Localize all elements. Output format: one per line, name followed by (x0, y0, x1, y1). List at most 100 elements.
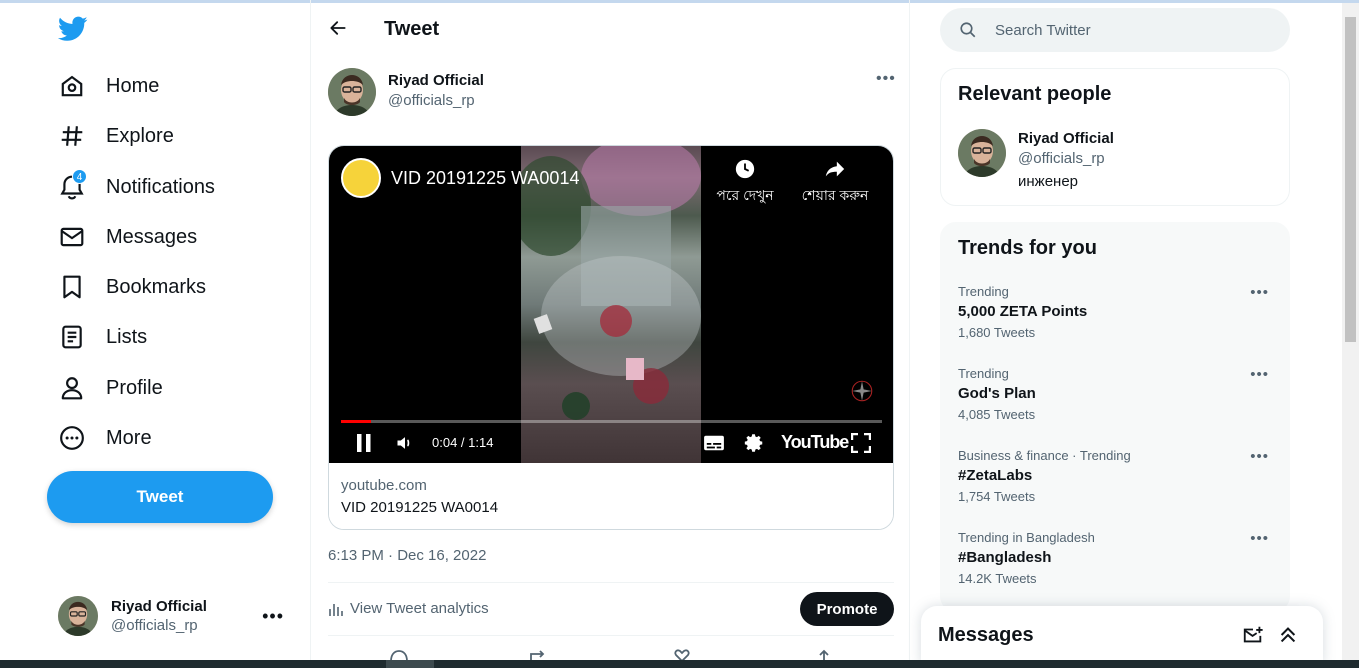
tweet-timestamp[interactable]: 6:13 PM · Dec 16, 2022 (328, 547, 486, 564)
trend-more-icon[interactable]: ••• (1250, 284, 1269, 301)
like-icon[interactable] (671, 648, 691, 663)
trend-name: #ZetaLabs (958, 467, 1033, 484)
left-sidebar: Home Explore 4 Notifications Messages Bo… (0, 0, 311, 660)
relevant-person-name[interactable]: Riyad Official (1018, 130, 1114, 147)
new-message-icon[interactable] (1242, 624, 1264, 646)
trend-count: 4,085 Tweets (958, 407, 1036, 422)
messages-drawer-title: Messages (938, 624, 1034, 646)
tweet-more-icon[interactable]: ••• (876, 70, 896, 88)
retweet-icon[interactable] (528, 648, 548, 661)
trend-item[interactable]: Trending in Bangladesh #Bangladesh 14.2K… (958, 530, 1278, 586)
subtitles-icon[interactable] (703, 430, 725, 456)
trend-name: 5,000 ZETA Points (958, 303, 1088, 320)
nav-item-lists[interactable]: Lists (58, 317, 147, 357)
nav-label-notifications: Notifications (106, 175, 215, 198)
account-more-icon: ••• (262, 606, 284, 626)
fullscreen-icon[interactable] (851, 430, 871, 456)
card-domain: youtube.com (341, 477, 427, 494)
reply-icon[interactable] (388, 648, 408, 662)
search-bar[interactable] (940, 8, 1290, 52)
video-progress-bar[interactable] (341, 420, 882, 423)
divider (328, 582, 894, 583)
trend-name: God's Plan (958, 385, 1036, 402)
settings-gear-icon[interactable] (743, 430, 765, 456)
trend-context: Business & finance · Trending (958, 448, 1131, 463)
trend-more-icon[interactable]: ••• (1250, 530, 1269, 547)
main-column: Tweet Riyad Official @officials_rp ••• V… (310, 0, 910, 663)
nav-label-profile: Profile (106, 376, 163, 399)
video-time: 0:04 / 1:14 (432, 435, 494, 450)
relevant-person-handle[interactable]: @officials_rp (1018, 150, 1114, 167)
bell-icon: 4 (58, 169, 87, 201)
expand-drawer-icon[interactable] (1277, 624, 1299, 646)
tweet-analytics-link[interactable]: View Tweet analytics (328, 600, 489, 617)
nav-item-bookmarks[interactable]: Bookmarks (58, 267, 206, 307)
trend-name: #Bangladesh (958, 549, 1052, 566)
relevant-person[interactable]: Riyad Official @officials_rp инженер (958, 129, 1114, 190)
tweet-author[interactable]: Riyad Official @officials_rp (328, 68, 484, 116)
list-icon (58, 323, 86, 351)
video-progress-fill (341, 420, 371, 423)
author-handle[interactable]: @officials_rp (388, 92, 484, 109)
nav-item-profile[interactable]: Profile (58, 368, 163, 408)
search-icon (960, 22, 976, 38)
page-scrollbar[interactable] (1342, 3, 1359, 660)
home-icon (58, 72, 86, 100)
nav-item-explore[interactable]: Explore (58, 116, 174, 156)
volume-icon[interactable] (395, 430, 415, 456)
twitter-logo-icon[interactable] (57, 16, 88, 44)
video-player[interactable]: VID 20191225 WA0014 পরে দেখুন শেয়ার করু… (329, 146, 893, 463)
nav-label-home: Home (106, 74, 160, 97)
avatar[interactable] (328, 68, 376, 116)
trend-item[interactable]: Trending 5,000 ZETA Points 1,680 Tweets … (958, 284, 1278, 340)
trend-item[interactable]: Trending God's Plan 4,085 Tweets ••• (958, 366, 1278, 422)
divider (328, 635, 894, 636)
tweet-button[interactable]: Tweet (47, 471, 273, 523)
notifications-badge: 4 (72, 169, 87, 184)
analytics-label: View Tweet analytics (350, 600, 489, 617)
trend-context: Trending (958, 284, 1009, 299)
share-video-button[interactable]: শেয়ার করুন (793, 158, 877, 208)
nav-item-notifications[interactable]: 4 Notifications (58, 167, 215, 207)
back-arrow-icon[interactable] (328, 18, 350, 40)
trends-panel: Trends for you Trending 5,000 ZETA Point… (940, 222, 1290, 612)
envelope-icon (58, 223, 86, 251)
hashtag-icon (58, 122, 86, 150)
os-taskbar (0, 660, 1359, 668)
nav-item-more[interactable]: More (58, 418, 152, 458)
channel-avatar[interactable] (341, 158, 381, 198)
nav-label-lists: Lists (106, 325, 148, 348)
relevant-people-title: Relevant people (958, 83, 1112, 105)
video-title[interactable]: VID 20191225 WA0014 (391, 168, 579, 189)
messages-drawer[interactable]: Messages (921, 606, 1323, 664)
card-meta[interactable]: youtube.com VID 20191225 WA0014 (329, 463, 893, 529)
page-title: Tweet (384, 18, 440, 40)
pause-icon[interactable] (355, 430, 373, 456)
nav-label-explore: Explore (106, 124, 174, 147)
account-switcher[interactable]: Riyad Official @officials_rp ••• (58, 594, 298, 638)
author-name[interactable]: Riyad Official (388, 72, 484, 89)
taskbar-app[interactable] (386, 660, 434, 668)
trend-more-icon[interactable]: ••• (1250, 366, 1269, 383)
watch-later-button[interactable]: পরে দেখুন (705, 158, 785, 208)
search-input[interactable] (995, 21, 1255, 39)
promote-button[interactable]: Promote (800, 592, 894, 626)
analytics-bar-icon (329, 603, 343, 616)
youtube-logo[interactable]: YouTube (781, 432, 849, 453)
account-handle: @officials_rp (111, 617, 198, 634)
scrollbar-thumb[interactable] (1345, 17, 1356, 342)
share-icon[interactable] (813, 648, 833, 661)
nav-item-messages[interactable]: Messages (58, 217, 197, 257)
nav-label-messages: Messages (106, 225, 198, 248)
trend-count: 1,680 Tweets (958, 325, 1036, 340)
relevant-person-bio: инженер (1018, 173, 1079, 190)
avatar (58, 596, 98, 636)
trend-count: 14.2K Tweets (958, 571, 1037, 586)
watermark-icon (849, 378, 873, 402)
trend-context: Trending (958, 366, 1009, 381)
trend-more-icon[interactable]: ••• (1250, 448, 1269, 465)
trend-item[interactable]: Business & finance · Trending #ZetaLabs … (958, 448, 1278, 504)
nav-item-home[interactable]: Home (58, 66, 159, 106)
youtube-card[interactable]: VID 20191225 WA0014 পরে দেখুন শেয়ার করু… (328, 145, 894, 530)
avatar[interactable] (958, 129, 1006, 177)
